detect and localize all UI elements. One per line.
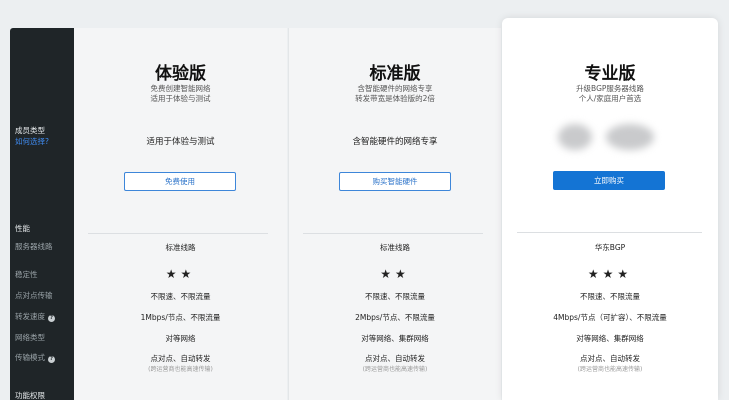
cell-transfer-note: (跨运营商也能高速传输) [577,366,643,373]
buy-hardware-button[interactable]: 购买智能硬件 [339,172,451,191]
sidebar-item-transfer-mode: 传输模式? [15,353,55,363]
star-icon: ★ [180,267,196,281]
cell-transfer-mode: 点对点、自动转发 [580,354,640,363]
star-icon: ★ [380,267,395,281]
blurred-price [606,124,654,150]
pricing-page: 成员类型 如何选择? 性能 服务器线路 稳定性 点对点传输 转发速度? 网络类型… [0,0,729,400]
cell-network-type: 对等网络、集群网络 [576,334,644,343]
plan-suitable-for: 含智能硬件的网络专享 [352,137,438,147]
cell-transfer-mode: 点对点、自动转发 [365,354,425,363]
cell-transfer-mode: 点对点、自动转发 [150,354,211,363]
feature-sidebar: 成员类型 如何选择? 性能 服务器线路 稳定性 点对点传输 转发速度? 网络类型… [10,28,74,400]
plan-subtitle: 转发带宽是体验版的2倍 [355,94,435,103]
plan-column-trial: 体验版 免费创建智能网络 适用于体验与测试 适用于体验与测试 免费使用 标准线路… [74,28,287,400]
star-icon: ★ [395,267,410,281]
cell-server-line: 标准线路 [380,243,410,252]
cell-transfer-note: (跨运营商也能高速传输) [362,366,428,373]
plan-subtitle: 升级BGP服务器线路 [576,84,644,93]
plan-subtitle: 免费创建智能网络 [150,84,211,93]
cell-forward-speed: 1Mbps/节点、不限流量 [140,313,221,322]
plan-title: 专业版 [584,64,636,84]
cell-server-line: 华东BGP [594,243,626,252]
blurred-price [558,124,592,150]
plan-subtitle: 含智能硬件的网络专享 [357,84,433,93]
plan-subtitle: 个人/家庭用户首选 [578,94,642,103]
plan-column-standard: 标准版 含智能硬件的网络专享 转发带宽是体验版的2倍 含智能硬件的网络专享 购买… [288,28,501,400]
cell-forward-speed: 2Mbps/节点、不限流量 [355,313,435,322]
star-icon: ★ [602,267,618,281]
plan-title: 体验版 [155,64,206,84]
sidebar-item-forward-speed: 转发速度? [15,312,55,322]
stability-stars: ★★★ [502,267,718,281]
cell-server-line: 标准线路 [165,243,196,252]
plan-column-pro: 专业版 升级BGP服务器线路 个人/家庭用户首选 立即购买 华东BGP ★★★ … [502,18,718,400]
plan-suitable-for: 适用于体验与测试 [146,137,215,147]
stability-stars: ★★ [74,267,287,281]
features-heading: 功能权限 [15,391,45,400]
buy-now-button[interactable]: 立即购买 [553,171,665,190]
help-icon[interactable]: ? [48,356,55,363]
sidebar-item-p2p: 点对点传输 [15,291,53,300]
cell-p2p: 不限速、不限流量 [580,292,640,301]
help-icon[interactable]: ? [48,315,55,322]
plan-title: 标准版 [369,64,421,84]
cell-forward-speed: 4Mbps/节点（可扩容）、不限流量 [553,313,667,322]
divider [88,233,268,234]
cell-network-type: 对等网络、集群网络 [361,334,429,343]
member-type-label: 成员类型 [15,126,45,135]
sidebar-item-stability: 稳定性 [15,270,38,279]
sidebar-item-network-type: 网络类型 [15,333,45,342]
cell-transfer-note: (跨运营商也能高速传输) [148,366,213,373]
stability-stars: ★★ [289,267,501,281]
star-icon: ★ [617,267,633,281]
star-icon: ★ [165,267,181,281]
star-icon: ★ [587,267,603,281]
free-use-button[interactable]: 免费使用 [124,172,236,191]
how-to-choose-link[interactable]: 如何选择? [15,137,49,147]
divider [303,233,483,234]
performance-heading: 性能 [15,224,30,233]
divider [517,232,702,233]
sidebar-item-server-line: 服务器线路 [15,242,53,251]
cell-network-type: 对等网络 [165,334,196,343]
cell-p2p: 不限速、不限流量 [150,292,211,301]
cell-p2p: 不限速、不限流量 [365,292,425,301]
plan-subtitle: 适用于体验与测试 [150,94,211,103]
